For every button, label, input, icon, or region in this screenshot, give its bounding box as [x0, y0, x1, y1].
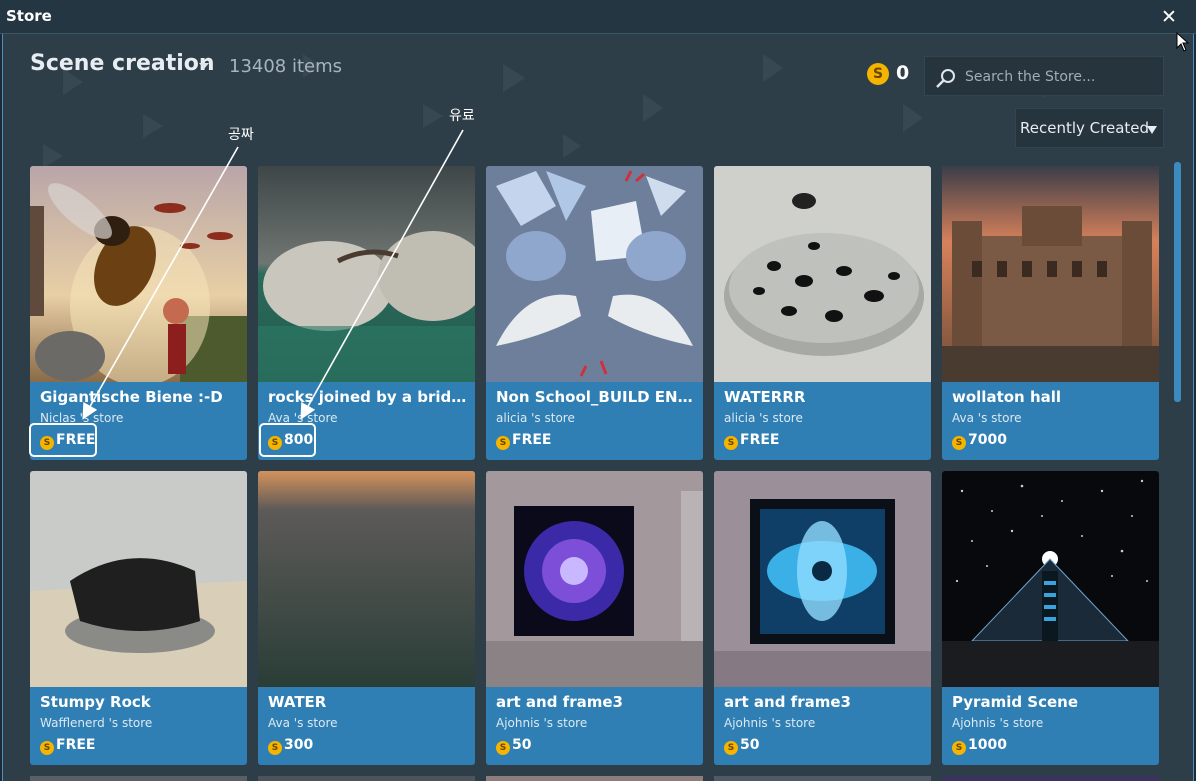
annotation-arrows — [82, 129, 464, 420]
mouse-cursor-icon — [1176, 32, 1190, 52]
